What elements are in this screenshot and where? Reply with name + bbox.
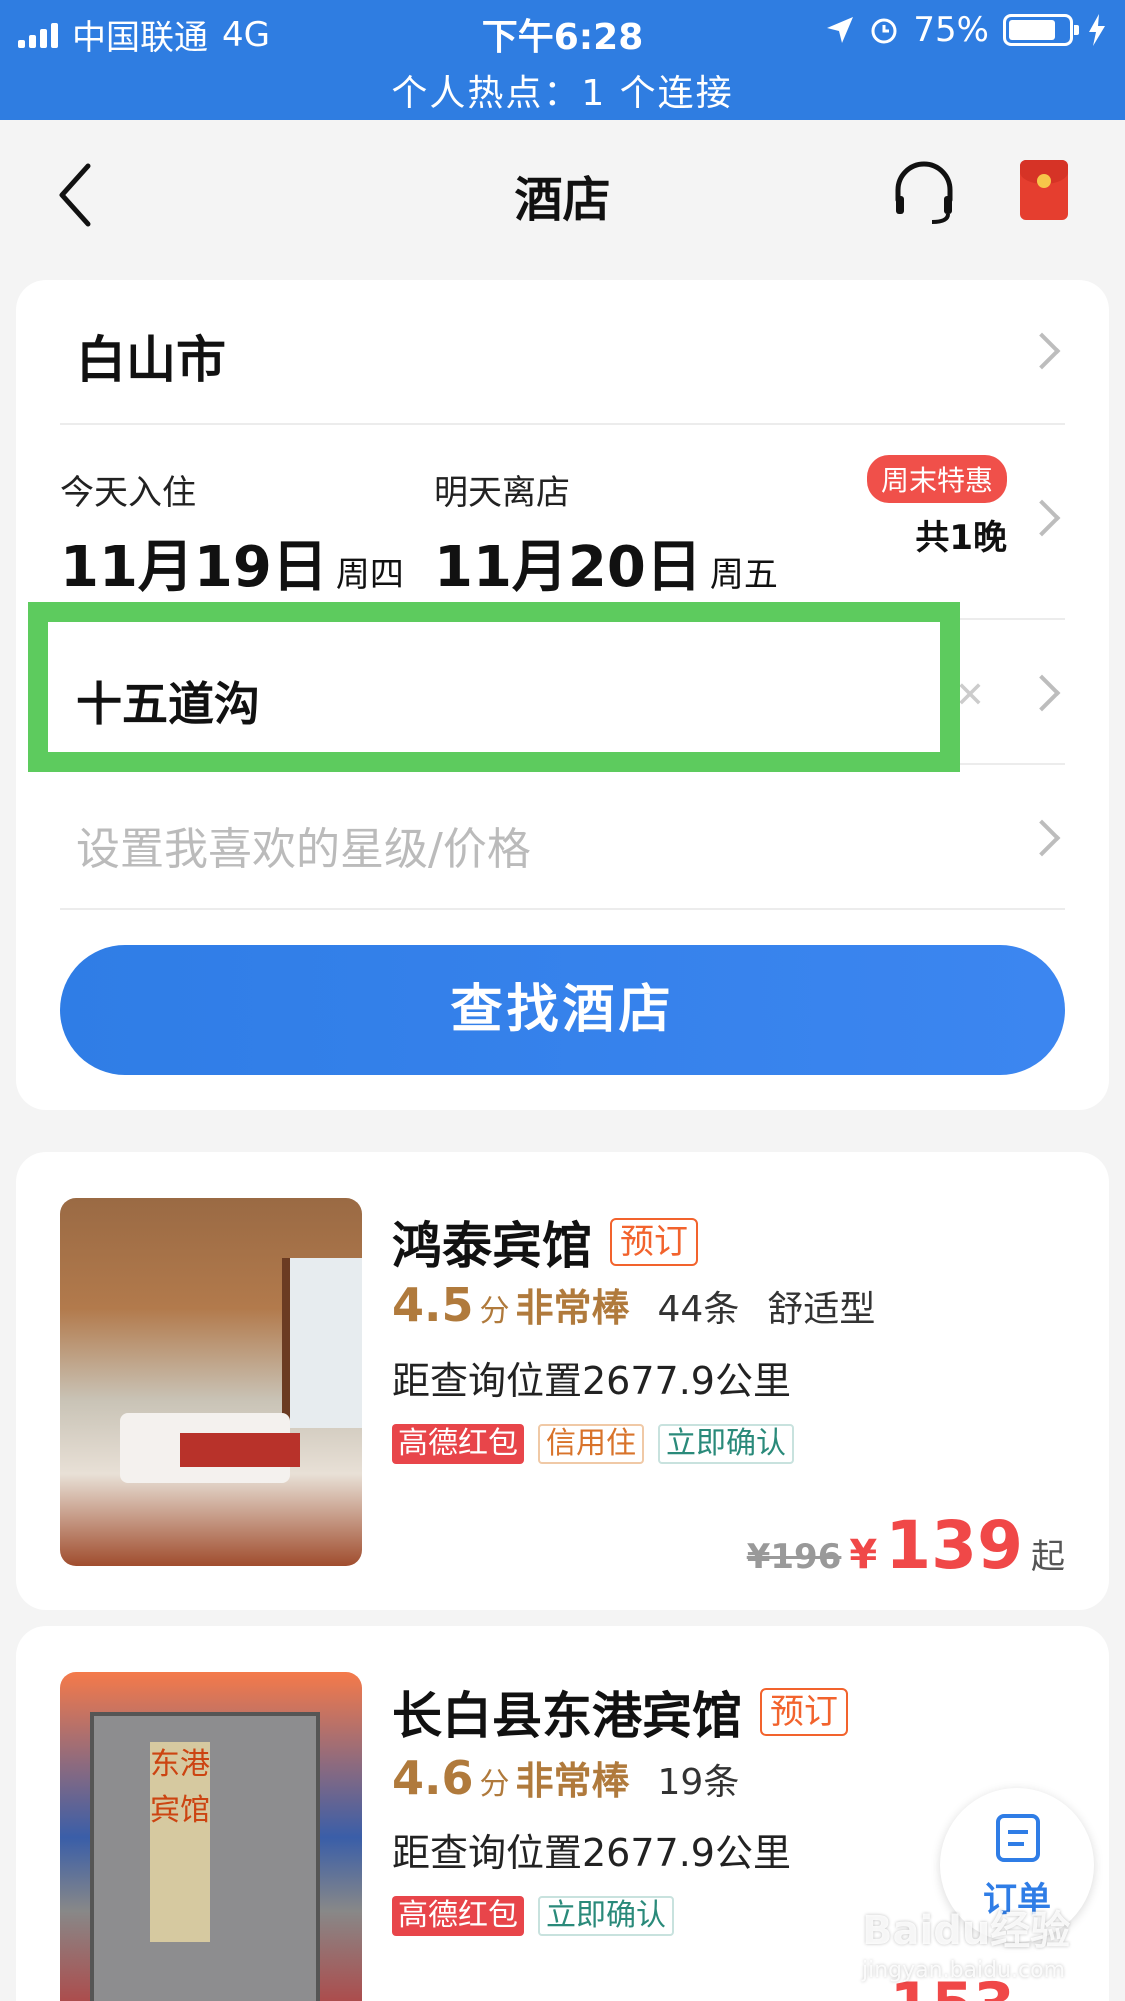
customer-service-icon[interactable] xyxy=(892,158,956,228)
date-selector[interactable]: 今天入住 11月19日 周四 明天离店 11月20日 周五 周末特惠 共1晚 xyxy=(60,425,1065,620)
price: 139 xyxy=(885,1507,1023,1584)
chevron-right-icon xyxy=(1023,819,1061,857)
search-hotels-button[interactable]: 查找酒店 xyxy=(60,945,1065,1075)
hotel-name-row: 长白县东港宾馆 预订 xyxy=(392,1676,848,1748)
alarm-icon xyxy=(871,18,897,44)
city-selector[interactable]: 白山市 xyxy=(60,280,1065,425)
checkout-label: 明天离店 xyxy=(434,473,570,513)
star-price-filter[interactable]: 设置我喜欢的星级/价格 xyxy=(60,765,1065,910)
hotel-name-row: 鸿泰宾馆 预订 xyxy=(392,1206,698,1278)
nav-bar: 酒店 xyxy=(0,120,1125,270)
hotel-photo[interactable] xyxy=(60,1198,362,1566)
distance: 距查询位置2677.9公里 xyxy=(392,1359,791,1403)
hotspot-banner[interactable]: 个人热点：1 个连接 xyxy=(0,64,1125,116)
nights-count: 共1晚 xyxy=(915,518,1007,558)
location-arrow-icon xyxy=(827,17,854,43)
filter-placeholder: 设置我喜欢的星级/价格 xyxy=(76,824,531,875)
book-tag: 预订 xyxy=(610,1218,698,1266)
checkin-block[interactable]: 今天入住 11月19日 周四 xyxy=(60,465,404,603)
hotel-sign: 东港宾馆 xyxy=(150,1742,210,1942)
order-list-icon xyxy=(996,1814,1040,1862)
tag-credit-stay: 信用住 xyxy=(538,1424,644,1464)
score: 4.5 xyxy=(392,1278,474,1332)
highlight-box xyxy=(28,602,960,772)
rating-row: 4.5 分 非常棒 44条 舒适型 xyxy=(392,1277,875,1332)
chevron-right-icon xyxy=(1023,674,1061,712)
charging-icon xyxy=(1089,14,1105,46)
rating-row: 4.6 分 非常棒 19条 xyxy=(392,1750,739,1805)
book-tag: 预订 xyxy=(760,1688,848,1736)
price-block: ¥196 ¥ 139 起 xyxy=(747,1507,1065,1584)
review-count: 19条 xyxy=(657,1762,740,1803)
red-packet-icon[interactable] xyxy=(1020,160,1068,220)
hotel-name: 鸿泰宾馆 xyxy=(392,1217,592,1275)
hotel-photo[interactable]: 东港宾馆 xyxy=(60,1672,362,2001)
checkout-weekday: 周五 xyxy=(709,555,778,595)
review-count: 44条 xyxy=(657,1289,740,1330)
currency-symbol: ¥ xyxy=(849,1532,878,1578)
tag-list: 高德红包 立即确认 xyxy=(392,1896,674,1936)
tag-instant-confirm: 立即确认 xyxy=(538,1896,674,1936)
city-name: 白山市 xyxy=(76,331,226,389)
tag-instant-confirm: 立即确认 xyxy=(658,1424,794,1464)
status-right: 75% xyxy=(825,10,1107,50)
checkin-weekday: 周四 xyxy=(335,555,404,595)
tag-gaode-redpacket: 高德红包 xyxy=(392,1896,524,1936)
status-bar: 中国联通 4G 下午6:28 75% 个人热点：1 个连接 xyxy=(0,0,1125,120)
battery-percent: 75% xyxy=(913,10,989,50)
hotel-card[interactable]: 鸿泰宾馆 预订 4.5 分 非常棒 44条 舒适型 距查询位置2677.9公里 … xyxy=(16,1152,1109,1610)
rating-text: 非常棒 xyxy=(515,1286,630,1330)
checkout-block[interactable]: 明天离店 11月20日 周五 xyxy=(434,465,778,603)
watermark-url: jingyan.baidu.com xyxy=(862,1958,1066,1983)
checkin-label: 今天入住 xyxy=(60,473,196,513)
checkin-date: 11月19日 xyxy=(60,535,328,600)
watermark-brand: Baidu经验 xyxy=(862,1908,1071,1954)
hotel-name: 长白县东港宾馆 xyxy=(392,1687,742,1745)
watermark: Baidu经验 jingyan.baidu.com xyxy=(862,1898,1070,1983)
page-title: 酒店 xyxy=(514,172,611,228)
score-unit: 分 xyxy=(479,1767,510,1802)
checkout-date: 11月20日 xyxy=(434,535,702,600)
distance: 距查询位置2677.9公里 xyxy=(392,1831,791,1875)
tag-gaode-redpacket: 高德红包 xyxy=(392,1424,524,1464)
original-price: ¥196 xyxy=(746,1537,842,1577)
price-suffix: 起 xyxy=(1031,1537,1065,1577)
tag-list: 高德红包 信用住 立即确认 xyxy=(392,1424,794,1464)
hotel-category: 舒适型 xyxy=(767,1289,876,1330)
chevron-right-icon xyxy=(1023,499,1061,537)
weekend-promo-badge: 周末特惠 xyxy=(866,455,1007,503)
battery-icon xyxy=(1003,14,1079,46)
chevron-right-icon xyxy=(1023,332,1061,370)
rating-text: 非常棒 xyxy=(515,1759,630,1803)
score-unit: 分 xyxy=(479,1294,510,1329)
score: 4.6 xyxy=(392,1751,474,1805)
